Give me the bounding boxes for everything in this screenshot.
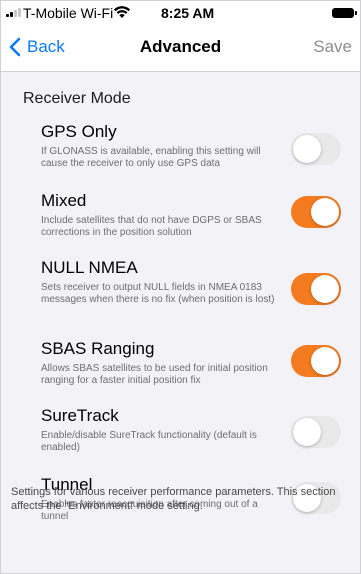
toggle-knob <box>311 275 339 303</box>
toggle-knob <box>293 135 321 163</box>
setting-description: If GLONASS is available, enabling this s… <box>41 146 261 169</box>
carrier-label: T-Mobile Wi-Fi <box>23 5 114 21</box>
toggle-knob <box>293 418 321 446</box>
toggle-sbas-ranging[interactable] <box>291 345 341 377</box>
battery-icon <box>332 8 357 18</box>
toggle-suretrack[interactable] <box>291 416 341 448</box>
signal-bars-icon <box>6 8 21 17</box>
back-button[interactable]: Back <box>9 37 65 57</box>
setting-description: Sets receiver to output NULL fields in N… <box>41 282 275 305</box>
wifi-icon <box>113 6 131 18</box>
section-footer: Settings for various receiver performanc… <box>11 486 336 512</box>
toggle-null-nmea[interactable] <box>291 273 341 305</box>
status-bar: T-Mobile Wi-Fi 8:25 AM <box>1 1 360 25</box>
setting-description: Enable/disable SureTrack functionality (… <box>41 430 257 453</box>
toggle-gps-only[interactable] <box>291 133 341 165</box>
setting-description: Allows SBAS satellites to be used for in… <box>41 363 268 386</box>
back-label: Back <box>27 37 65 56</box>
toggle-knob <box>311 198 339 226</box>
toggle-knob <box>311 347 339 375</box>
section-header: Receiver Mode <box>23 90 131 107</box>
navigation-bar: Back Advanced Save <box>1 25 360 72</box>
save-button[interactable]: Save <box>313 37 352 57</box>
chevron-left-icon <box>9 37 21 57</box>
status-time: 8:25 AM <box>161 5 215 21</box>
toggle-mixed[interactable] <box>291 196 341 228</box>
setting-description: Include satellites that do not have DGPS… <box>41 215 262 238</box>
